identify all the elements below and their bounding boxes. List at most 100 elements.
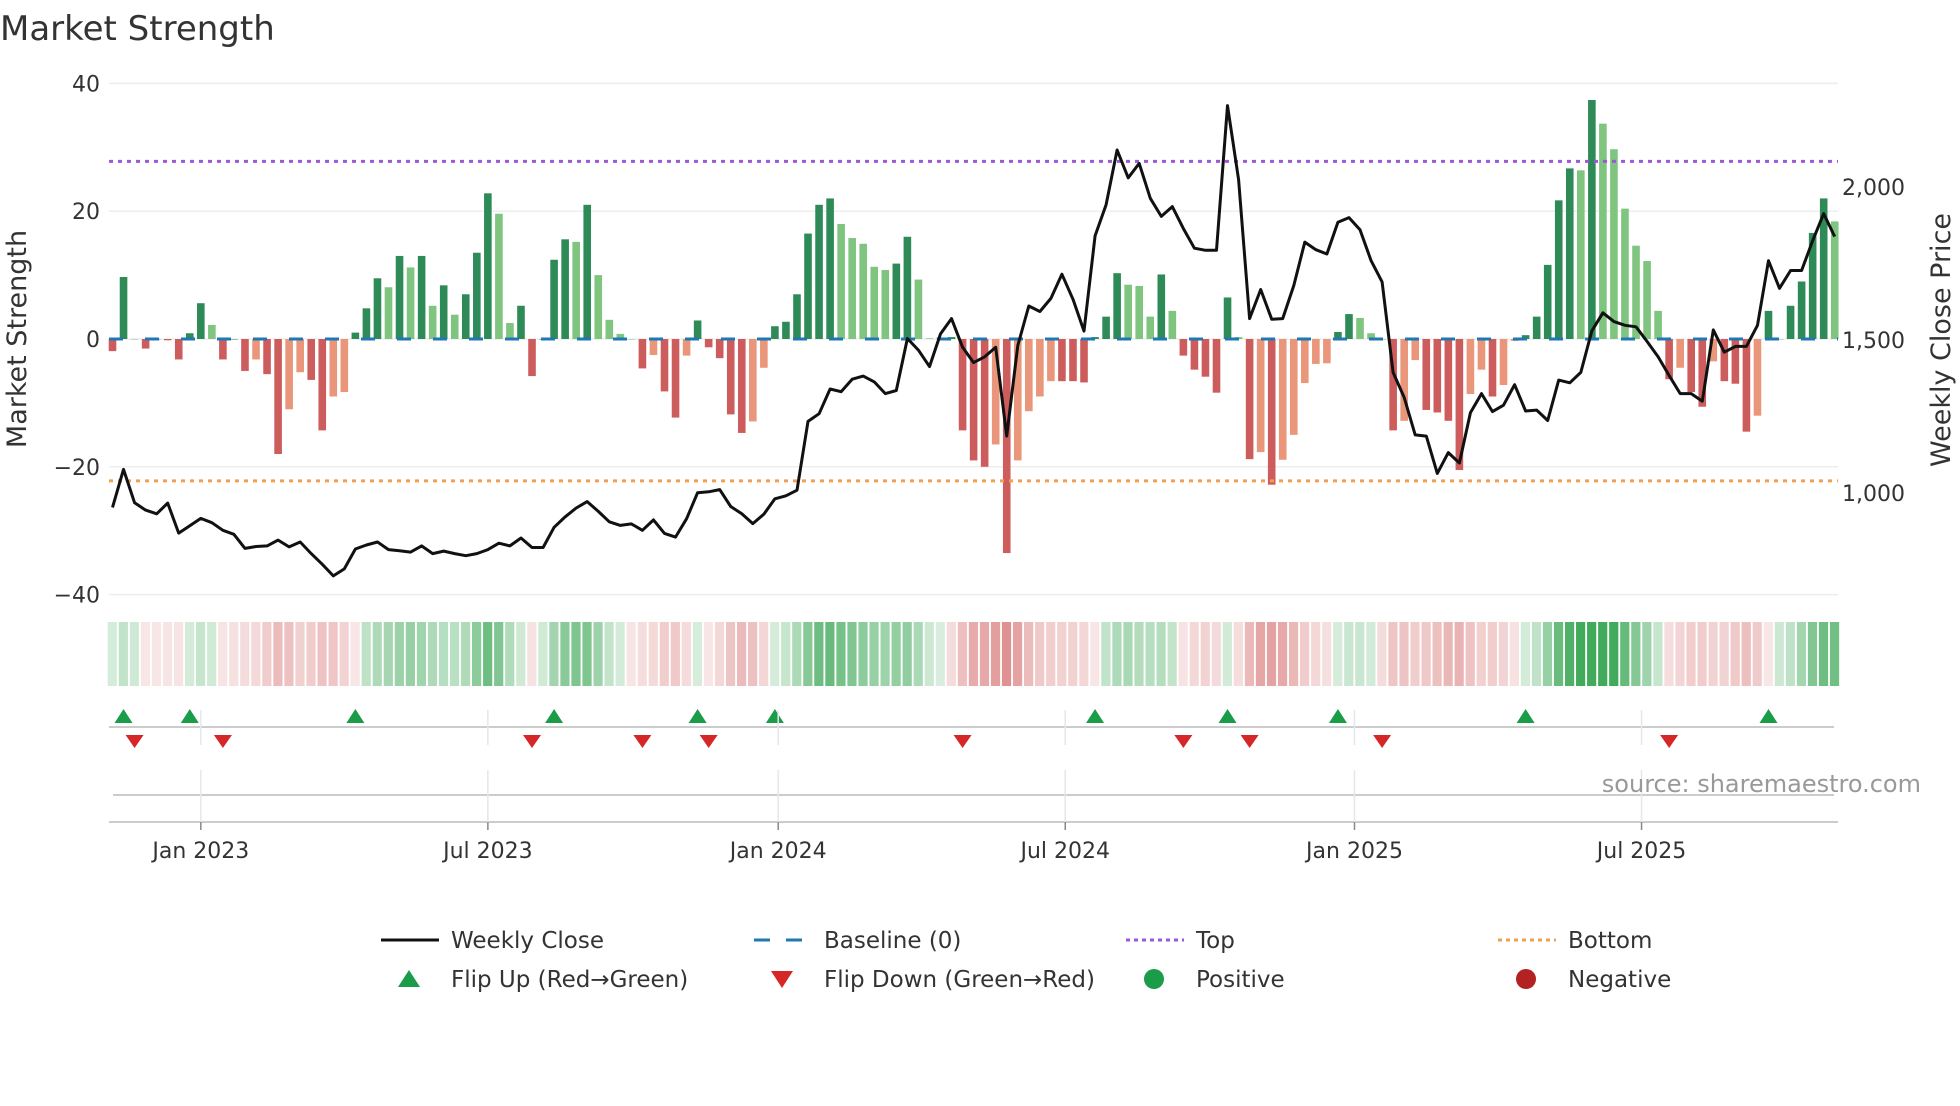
strength-bar — [704, 339, 713, 348]
y2-tick-label: 2,000 — [1842, 176, 1905, 201]
heat-strip-cell — [1001, 622, 1012, 686]
strength-bar — [1466, 339, 1475, 394]
heat-strip-cell — [1664, 622, 1674, 686]
strength-bar — [715, 339, 724, 359]
heat-strip-cell — [869, 622, 879, 686]
strength-bar — [594, 275, 603, 339]
flip-down-marker — [1373, 735, 1392, 748]
strength-bar — [859, 243, 868, 339]
heat-strip-cell — [328, 622, 338, 686]
strength-bar — [1830, 221, 1839, 339]
heat-strip-cell — [836, 622, 846, 686]
strength-bar — [892, 263, 901, 339]
strength-bar — [1025, 339, 1033, 412]
heat-strip-cell — [1818, 622, 1829, 686]
heat-strip-cell — [681, 622, 691, 686]
strength-bar — [1676, 339, 1684, 368]
heat-strip-cell — [1366, 622, 1376, 686]
heat-strip-cell — [880, 622, 890, 686]
heat-strip-cell — [350, 622, 360, 686]
strength-bar — [406, 267, 415, 339]
heat-strip-cell — [1189, 622, 1199, 686]
heat-strip-cell — [151, 622, 162, 686]
flip-up-marker — [346, 709, 365, 723]
strength-bar — [528, 339, 536, 377]
strength-bar — [1345, 314, 1353, 339]
strength-bar — [307, 339, 316, 380]
legend-label: Negative — [1568, 967, 1671, 993]
heat-strip-cell — [1553, 622, 1564, 686]
heat-strip-cell — [1785, 622, 1795, 686]
chart-title: Market Strength — [0, 9, 275, 49]
strength-bar — [1113, 273, 1121, 339]
heat-strip-cell — [1255, 622, 1266, 686]
strength-bar — [1543, 264, 1552, 339]
y2-tick-label: 1,500 — [1842, 329, 1905, 354]
heat-strip-cell — [1200, 622, 1210, 686]
heat-strip-cell — [129, 622, 139, 686]
strength-bars — [108, 100, 1839, 554]
strength-bar — [848, 238, 856, 339]
y-axis-ticks: 40 20 0 −20 −40 — [54, 72, 100, 608]
heat-strip-cell — [1454, 622, 1464, 686]
strength-bar — [450, 314, 459, 339]
strength-bar — [793, 294, 801, 339]
legend-label: Top — [1195, 928, 1235, 954]
strength-bar — [296, 339, 304, 373]
heat-strip-cell — [1311, 622, 1321, 686]
heat-strip-cell — [218, 622, 228, 686]
strength-bar — [1532, 316, 1541, 339]
strength-bar — [252, 339, 260, 360]
heat-strip-cell — [372, 622, 382, 686]
heat-strip-cell — [494, 622, 504, 686]
heat-strip-cell — [968, 622, 979, 686]
strength-bar — [1411, 339, 1420, 361]
x-tick-label: Jan 2023 — [150, 839, 249, 864]
strength-bar — [682, 339, 691, 356]
flip-down-marker — [1240, 735, 1259, 748]
heat-strip-cell — [1531, 622, 1542, 686]
heat-strip-cell — [273, 622, 283, 686]
heat-strip-cell — [1564, 622, 1575, 686]
strength-bar — [1565, 168, 1574, 339]
heat-strip-cell — [516, 622, 526, 686]
heat-strip-cell — [1145, 622, 1155, 686]
flip-up-marker — [1086, 709, 1105, 723]
strength-bar — [1124, 284, 1132, 339]
strength-bar — [1356, 317, 1364, 339]
heat-strip-cell — [1465, 622, 1475, 686]
heat-strip-cell — [1266, 622, 1277, 686]
strength-bar — [1488, 339, 1497, 397]
strength-bar — [760, 339, 768, 368]
strength-bar — [1742, 339, 1751, 432]
heat-strip-cell — [449, 622, 460, 686]
legend-label: Weekly Close — [451, 928, 604, 954]
heat-strip-cell — [1774, 622, 1784, 686]
heat-strip-cell — [1719, 622, 1729, 686]
flip-up-marker — [545, 709, 564, 723]
strength-bar — [1323, 339, 1331, 364]
flip-up-marker — [1516, 709, 1535, 723]
heat-strip-cell — [1123, 622, 1133, 686]
x-axis-ticks: Jan 2023 Jul 2023 Jan 2024 Jul 2024 Jan 2025… — [150, 710, 1686, 864]
flip-down-marker — [633, 735, 652, 748]
strength-bar — [925, 338, 934, 339]
strength-bar — [1135, 285, 1144, 339]
strength-bar — [638, 339, 647, 369]
heat-strip-cell — [1300, 622, 1310, 686]
strength-bar — [561, 239, 569, 339]
heat-strip-cell — [781, 622, 791, 686]
flip-down-marker — [213, 735, 232, 748]
flip-down-marker — [523, 735, 542, 748]
heat-strip-cell — [262, 622, 272, 686]
heat-strip-cell — [1178, 622, 1188, 686]
heat-strip-cell — [427, 622, 438, 686]
heat-strip-cell — [1653, 622, 1663, 686]
strength-bar — [285, 339, 293, 410]
heat-strip-cell — [913, 622, 923, 686]
heat-strip-cell — [306, 622, 316, 686]
heat-strip-cell — [979, 622, 990, 686]
strength-bar — [263, 339, 271, 375]
strength-bar — [340, 339, 349, 393]
strength-bar — [1002, 339, 1011, 554]
